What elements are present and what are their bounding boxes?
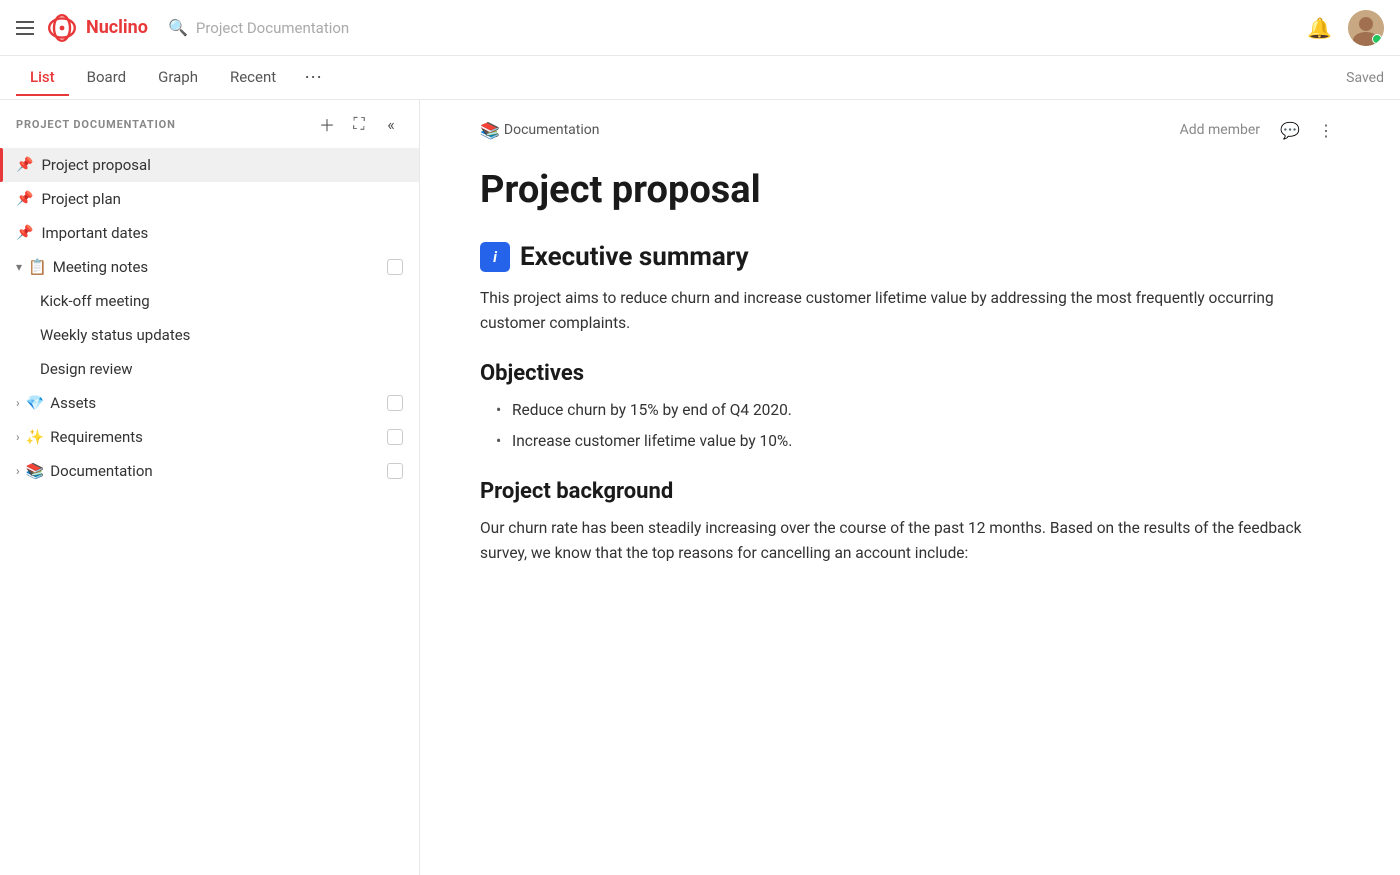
logo: Nuclino bbox=[46, 12, 148, 44]
breadcrumb: 📚 Documentation bbox=[480, 121, 1164, 140]
hamburger-menu[interactable] bbox=[16, 21, 34, 35]
saved-status: Saved bbox=[1346, 70, 1384, 86]
requirements-icon: ✨ bbox=[26, 428, 45, 446]
sidebar-title: PROJECT DOCUMENTATION bbox=[16, 118, 307, 131]
sidebar-item-label: Design review bbox=[40, 360, 403, 378]
expand-arrow-icon: › bbox=[16, 464, 20, 478]
section-heading-project-background: Project background bbox=[480, 479, 1340, 504]
logo-icon bbox=[46, 12, 78, 44]
sidebar-group-assets[interactable]: › 💎 Assets bbox=[0, 386, 419, 420]
add-member-button[interactable]: Add member bbox=[1180, 122, 1260, 138]
sidebar-item-weekly-status-updates[interactable]: Weekly status updates bbox=[0, 318, 419, 352]
sidebar-item-label: Important dates bbox=[41, 224, 403, 242]
logo-text: Nuclino bbox=[86, 17, 148, 38]
sidebar-items: 📌 Project proposal 📌 Project plan 📌 Impo… bbox=[0, 148, 419, 875]
sidebar-group-label: Meeting notes bbox=[53, 258, 381, 276]
main-layout: PROJECT DOCUMENTATION ＋ ⛶ « 📌 Project pr… bbox=[0, 100, 1400, 875]
list-item: Increase customer lifetime value by 10%. bbox=[496, 429, 1340, 455]
expand-arrow-icon: › bbox=[16, 396, 20, 410]
user-avatar[interactable] bbox=[1348, 10, 1384, 46]
assets-checkbox[interactable] bbox=[387, 395, 403, 411]
meeting-notes-checkbox[interactable] bbox=[387, 259, 403, 275]
sidebar-item-project-proposal[interactable]: 📌 Project proposal bbox=[0, 148, 419, 182]
search-icon: 🔍 bbox=[168, 18, 188, 37]
tab-recent[interactable]: Recent bbox=[216, 60, 290, 96]
executive-summary-body: This project aims to reduce churn and in… bbox=[480, 286, 1340, 337]
expand-arrow-icon: › bbox=[16, 430, 20, 444]
add-item-button[interactable]: ＋ bbox=[315, 112, 339, 136]
assets-icon: 💎 bbox=[26, 394, 45, 412]
expand-sidebar-button[interactable]: ⛶ bbox=[347, 112, 371, 136]
sidebar-item-design-review[interactable]: Design review bbox=[0, 352, 419, 386]
tabbar: List Board Graph Recent ⋯ Saved bbox=[0, 56, 1400, 100]
sidebar-item-important-dates[interactable]: 📌 Important dates bbox=[0, 216, 419, 250]
content-area: 📚 Documentation Add member 💬 ⋮ Project p… bbox=[420, 100, 1400, 875]
active-indicator bbox=[0, 148, 3, 182]
sidebar: PROJECT DOCUMENTATION ＋ ⛶ « 📌 Project pr… bbox=[0, 100, 420, 875]
expand-arrow-icon: ▾ bbox=[16, 260, 22, 274]
sidebar-item-label: Project plan bbox=[41, 190, 403, 208]
breadcrumb-icon: 📚 bbox=[480, 121, 500, 140]
info-icon: i bbox=[480, 242, 510, 272]
documentation-checkbox[interactable] bbox=[387, 463, 403, 479]
content-topbar: 📚 Documentation Add member 💬 ⋮ bbox=[480, 100, 1340, 152]
search-bar[interactable]: 🔍 Project Documentation bbox=[168, 18, 668, 37]
sidebar-group-label: Requirements bbox=[50, 428, 381, 446]
sidebar-group-meeting-notes[interactable]: ▾ 📋 Meeting notes bbox=[0, 250, 419, 284]
pin-icon: 📌 bbox=[16, 157, 33, 173]
requirements-checkbox[interactable] bbox=[387, 429, 403, 445]
notification-bell[interactable]: 🔔 bbox=[1307, 16, 1332, 40]
tab-more-icon[interactable]: ⋯ bbox=[294, 59, 332, 96]
sidebar-group-documentation[interactable]: › 📚 Documentation bbox=[0, 454, 419, 488]
sidebar-item-project-plan[interactable]: 📌 Project plan bbox=[0, 182, 419, 216]
breadcrumb-text[interactable]: Documentation bbox=[504, 122, 600, 138]
project-background-body: Our churn rate has been steadily increas… bbox=[480, 516, 1340, 567]
sidebar-item-label: Project proposal bbox=[41, 156, 403, 174]
sidebar-group-label: Assets bbox=[50, 394, 381, 412]
tab-graph[interactable]: Graph bbox=[144, 60, 212, 96]
tab-board[interactable]: Board bbox=[73, 60, 140, 96]
list-item: Reduce churn by 15% by end of Q4 2020. bbox=[496, 398, 1340, 424]
meeting-notes-icon: 📋 bbox=[28, 258, 47, 276]
sidebar-item-label: Kick-off meeting bbox=[40, 292, 403, 310]
section-heading-text: Executive summary bbox=[520, 242, 749, 272]
topbar-right: 🔔 bbox=[1307, 10, 1384, 46]
sidebar-group-requirements[interactable]: › ✨ Requirements bbox=[0, 420, 419, 454]
pin-icon: 📌 bbox=[16, 191, 33, 207]
comment-button[interactable]: 💬 bbox=[1276, 116, 1304, 144]
objectives-list: Reduce churn by 15% by end of Q4 2020. I… bbox=[496, 398, 1340, 455]
documentation-icon: 📚 bbox=[26, 462, 45, 480]
sidebar-group-label: Documentation bbox=[50, 462, 381, 480]
document-title: Project proposal bbox=[480, 168, 1340, 214]
collapse-sidebar-button[interactable]: « bbox=[379, 112, 403, 136]
content-actions: 💬 ⋮ bbox=[1276, 116, 1340, 144]
more-options-button[interactable]: ⋮ bbox=[1312, 116, 1340, 144]
tab-list[interactable]: List bbox=[16, 60, 69, 96]
topbar: Nuclino 🔍 Project Documentation 🔔 bbox=[0, 0, 1400, 56]
sidebar-item-kick-off-meeting[interactable]: Kick-off meeting bbox=[0, 284, 419, 318]
section-heading-objectives: Objectives bbox=[480, 361, 1340, 386]
sidebar-item-label: Weekly status updates bbox=[40, 326, 403, 344]
sidebar-header: PROJECT DOCUMENTATION ＋ ⛶ « bbox=[0, 100, 419, 148]
section-heading-executive-summary: i Executive summary bbox=[480, 242, 1340, 272]
search-placeholder: Project Documentation bbox=[196, 19, 349, 37]
pin-icon: 📌 bbox=[16, 225, 33, 241]
